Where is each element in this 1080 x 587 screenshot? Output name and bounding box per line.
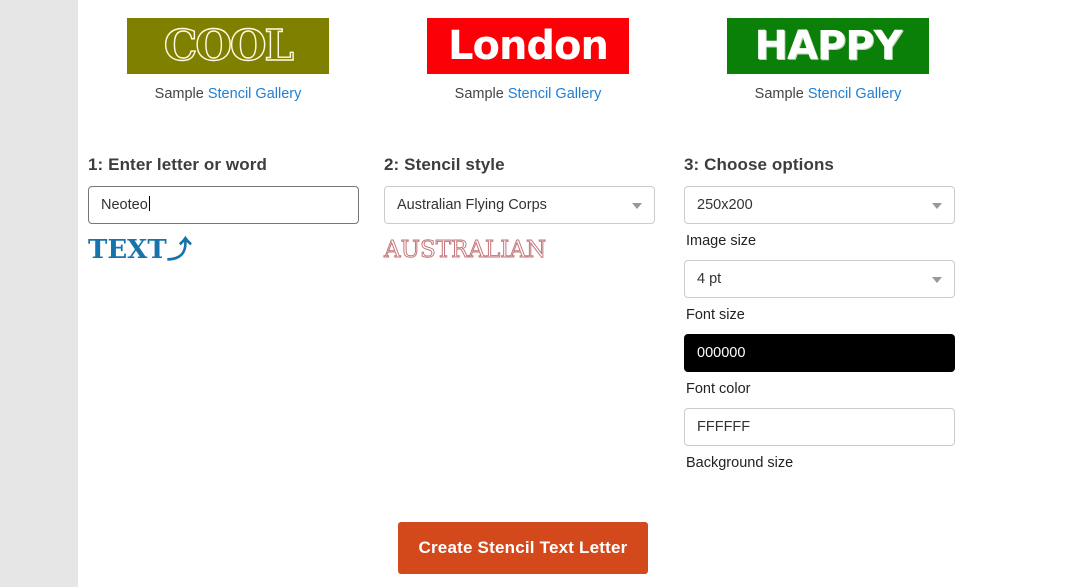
left-page-margin xyxy=(0,0,78,587)
sample-word-london: London xyxy=(447,23,609,69)
sample-image-happy[interactable]: HAPPY xyxy=(727,18,929,74)
font-color-label: Font color xyxy=(686,381,751,397)
sample-caption-london: Sample Stencil Gallery xyxy=(378,86,678,102)
sample-card-cool: COOL Sample Stencil Gallery xyxy=(78,18,378,102)
stencil-gallery-link-london[interactable]: Stencil Gallery xyxy=(508,86,601,102)
sample-image-cool[interactable]: COOL xyxy=(127,18,329,74)
font-color-input-value: 000000 xyxy=(697,345,746,361)
text-caret xyxy=(148,196,150,211)
sample-caption-static-cool: Sample xyxy=(154,86,204,102)
stencil-gallery-link-cool[interactable]: Stencil Gallery xyxy=(208,86,301,102)
sample-image-london[interactable]: London xyxy=(427,18,629,74)
background-size-label: Background size xyxy=(686,455,794,471)
background-color-input-value: FFFFFF xyxy=(697,419,751,435)
sample-word-cool: COOL xyxy=(163,21,295,70)
sample-caption-static-london: Sample xyxy=(454,86,504,102)
preview-word-text: TEXT⤴ xyxy=(88,235,192,265)
step-2-column: 2: Stencil style Australian Flying Corps… xyxy=(383,155,656,266)
sample-caption-static-happy: Sample xyxy=(754,86,804,102)
sample-caption-cool: Sample Stencil Gallery xyxy=(78,86,378,102)
step-1-preview: TEXT⤴ xyxy=(88,236,360,266)
font-color-input[interactable]: 000000 xyxy=(684,334,955,372)
stencil-gallery-link-happy[interactable]: Stencil Gallery xyxy=(808,86,901,102)
chevron-down-icon xyxy=(632,203,642,209)
create-stencil-button[interactable]: Create Stencil Text Letter xyxy=(398,522,648,574)
background-color-input[interactable]: FFFFFF xyxy=(684,408,955,446)
step-3-column: 3: Choose options 250x200 Image size 4 p… xyxy=(684,155,956,471)
preview-style-name: AUSTRALIAN xyxy=(383,237,547,264)
step-1-title: 1: Enter letter or word xyxy=(88,155,267,174)
image-size-select[interactable]: 250x200 xyxy=(684,186,955,224)
font-size-label: Font size xyxy=(686,307,745,323)
font-size-select-value: 4 pt xyxy=(697,271,722,287)
step-1-column: 1: Enter letter or word Neoteo TEXT⤴ xyxy=(88,155,360,266)
image-size-label: Image size xyxy=(686,233,757,249)
image-size-select-value: 250x200 xyxy=(697,197,753,213)
sample-gallery-row: COOL Sample Stencil Gallery London Sampl… xyxy=(78,0,1080,130)
preview-word-text-label: TEXT xyxy=(88,235,167,265)
letter-or-word-input[interactable]: Neoteo xyxy=(88,186,359,224)
step-2-title: 2: Stencil style xyxy=(384,155,505,174)
stencil-style-select[interactable]: Australian Flying Corps xyxy=(384,186,655,224)
font-size-select[interactable]: 4 pt xyxy=(684,260,955,298)
page-content: COOL Sample Stencil Gallery London Sampl… xyxy=(78,0,1080,587)
sample-card-london: London Sample Stencil Gallery xyxy=(378,18,678,102)
step-3-title: 3: Choose options xyxy=(684,155,834,174)
sample-word-happy: HAPPY xyxy=(754,23,902,69)
chevron-down-icon xyxy=(932,203,942,209)
letter-or-word-input-value: Neoteo xyxy=(101,197,148,213)
sample-caption-happy: Sample Stencil Gallery xyxy=(678,86,978,102)
step-2-preview: AUSTRALIAN xyxy=(383,236,656,266)
chevron-down-icon xyxy=(932,277,942,283)
preview-swoosh-icon: ⤴ xyxy=(166,235,192,264)
stencil-style-select-value: Australian Flying Corps xyxy=(397,197,547,213)
sample-card-happy: HAPPY Sample Stencil Gallery xyxy=(678,18,978,102)
